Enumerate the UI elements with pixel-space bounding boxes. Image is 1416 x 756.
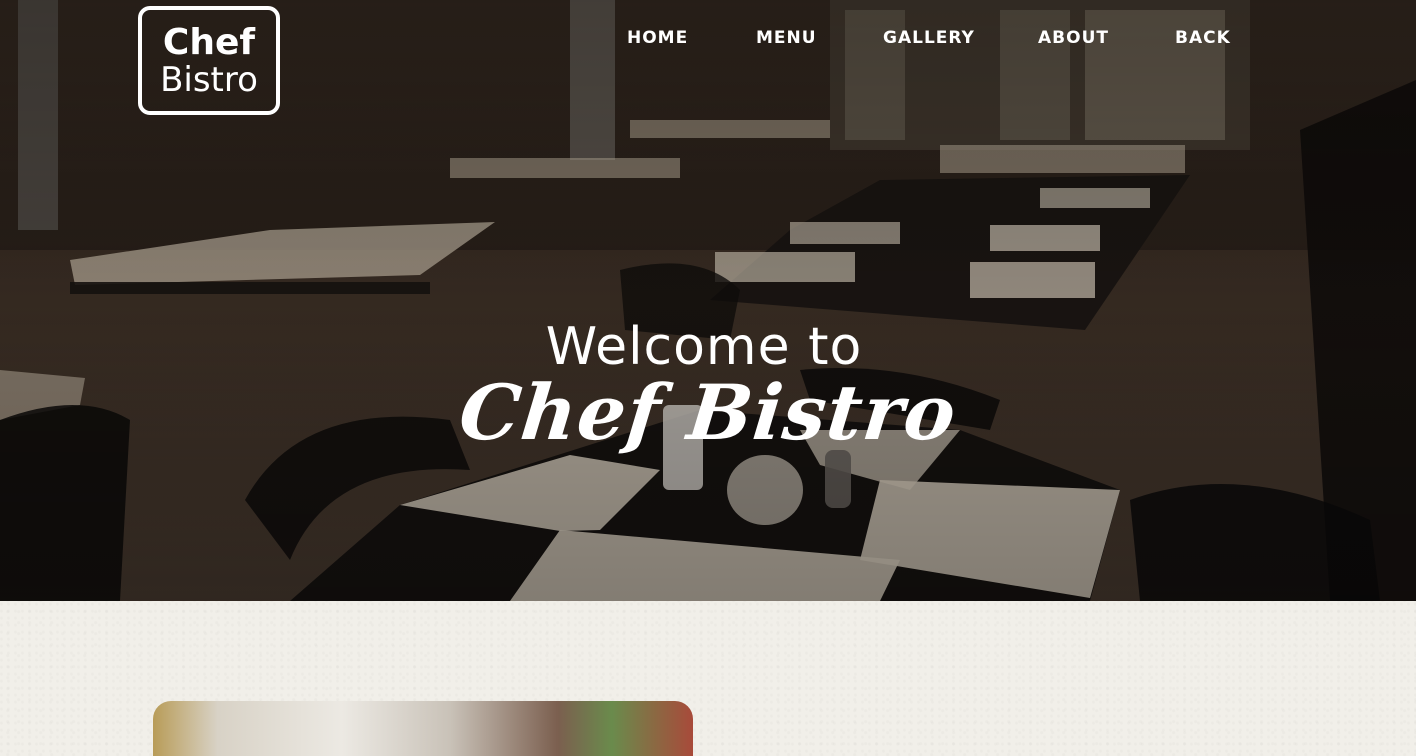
nav-item-home[interactable]: HOME: [627, 28, 688, 48]
food-photo: [153, 701, 693, 756]
nav-item-menu[interactable]: MENU: [756, 28, 817, 48]
nav-item-back[interactable]: BACK: [1175, 28, 1231, 48]
nav-item-gallery[interactable]: GALLERY: [883, 28, 975, 48]
logo-line-2: Bistro: [160, 59, 258, 100]
logo[interactable]: Chef Bistro: [138, 6, 280, 115]
hero-banner: Chef Bistro HOME MENU GALLERY ABOUT BACK…: [0, 0, 1416, 601]
hero-brand-text: Chef Bistro: [455, 368, 961, 457]
page: Chef Bistro HOME MENU GALLERY ABOUT BACK…: [0, 0, 1416, 756]
main-nav: HOME MENU GALLERY ABOUT BACK: [0, 28, 1416, 54]
hero-headline: Welcome to Chef Bistro: [0, 316, 1416, 457]
nav-item-about[interactable]: ABOUT: [1038, 28, 1109, 48]
